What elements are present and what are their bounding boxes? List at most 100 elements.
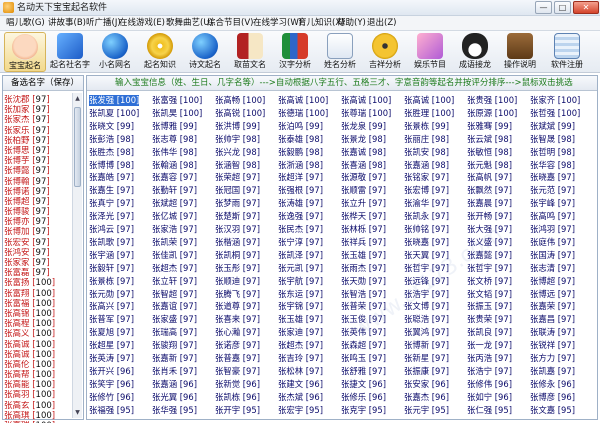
toolbar-name-analysis-button[interactable]: 姓名分析: [319, 32, 361, 72]
name-cell[interactable]: 张仁强 [95]: [467, 405, 512, 416]
name-cell[interactable]: 张宇峰 [97]: [530, 198, 575, 209]
name-cell[interactable]: 张凯嘉 [97]: [530, 366, 575, 377]
name-cell[interactable]: 张智晟 [98]: [530, 134, 575, 145]
name-cell[interactable]: 张博远 [97]: [530, 289, 575, 300]
name-cell[interactable]: 张高帆 [97]: [467, 172, 512, 183]
saved-name-item[interactable]: 张高琪 [100]: [4, 411, 72, 421]
name-cell[interactable]: 张博新 [97]: [404, 340, 449, 351]
name-cell[interactable]: 张博博 [98]: [89, 160, 134, 171]
name-cell[interactable]: 张嘉杰 [96]: [404, 392, 449, 403]
name-cell[interactable]: 张远锋 [97]: [404, 276, 449, 287]
name-cell[interactable]: 张博雅 [99]: [152, 121, 197, 132]
name-cell[interactable]: 张梦雨 [97]: [215, 198, 260, 209]
name-cell[interactable]: 张斌斌 [99]: [530, 121, 575, 132]
name-cell[interactable]: 张英伟 [97]: [341, 327, 386, 338]
name-cell[interactable]: 张高诚 [100]: [278, 95, 328, 106]
name-cell[interactable]: 张凯桐 [97]: [215, 250, 260, 261]
name-cell[interactable]: 张骏翔 [97]: [152, 340, 197, 351]
name-cell[interactable]: 张景栋 [99]: [404, 121, 449, 132]
name-cell[interactable]: 张晓嘉 [97]: [404, 237, 449, 248]
name-cell[interactable]: 张元凯 [97]: [278, 263, 323, 274]
name-cell[interactable]: 张联涛 [97]: [530, 327, 575, 338]
name-cell[interactable]: 张德瑞 [100]: [278, 108, 328, 119]
name-cell[interactable]: 张普军 [97]: [89, 314, 134, 325]
name-cell[interactable]: 张泰雄 [98]: [278, 134, 323, 145]
name-cell[interactable]: 张开宇 [95]: [215, 405, 260, 416]
name-cell[interactable]: 张高诚 [100]: [404, 95, 454, 106]
name-cell[interactable]: 张景龙 [98]: [341, 134, 386, 145]
name-cell[interactable]: 张宏宇 [95]: [278, 405, 323, 416]
name-cell[interactable]: 张丙浩 [97]: [467, 353, 512, 364]
name-cell[interactable]: 张宇涵 [97]: [89, 250, 134, 261]
name-cell[interactable]: 张嘉诚 [98]: [341, 147, 386, 158]
name-cell[interactable]: 张毅轩 [97]: [89, 263, 134, 274]
saved-name-item[interactable]: 张高能 [100]: [4, 380, 72, 390]
toolbar-company-naming-button[interactable]: 起名社名字: [49, 32, 91, 72]
name-cell[interactable]: 张飘然 [97]: [467, 185, 512, 196]
name-cell[interactable]: 张渝华 [97]: [404, 198, 449, 209]
saved-name-item[interactable]: 张高诚 [100]: [4, 340, 72, 350]
toolbar-register-button[interactable]: 软件注册: [546, 32, 588, 72]
name-cell[interactable]: 张晓嘉 [97]: [530, 172, 575, 183]
name-cell[interactable]: 张修伟 [96]: [467, 379, 512, 390]
name-cell[interactable]: 张嘉晨 [97]: [467, 198, 512, 209]
saved-name-item[interactable]: 张高锦 [100]: [4, 309, 72, 319]
toolbar-instructions-button[interactable]: 操作说明: [499, 32, 541, 72]
name-cell[interactable]: 张嘉谊 [97]: [152, 301, 197, 312]
name-cell[interactable]: 张腾飞 [97]: [215, 289, 260, 300]
name-cell[interactable]: 张高诚 [100]: [341, 95, 391, 106]
name-cell[interactable]: 张喜来 [97]: [215, 314, 260, 325]
name-cell[interactable]: 张玉彤 [97]: [215, 263, 260, 274]
name-cell[interactable]: 张泽光 [97]: [89, 211, 134, 222]
name-cell[interactable]: 张雨杰 [97]: [341, 263, 386, 274]
toolbar-english-name-button[interactable]: 取苗文名: [229, 32, 271, 72]
name-cell[interactable]: 张凯泽 [97]: [278, 250, 323, 261]
scroll-thumb[interactable]: [74, 107, 81, 187]
menu-stories[interactable]: 讲故事(B): [48, 17, 86, 30]
name-cell[interactable]: 张翰涵 [98]: [152, 160, 197, 171]
name-cell[interactable]: 张智浩 [97]: [341, 289, 386, 300]
name-cell[interactable]: 张嘉荣 [97]: [530, 301, 575, 312]
name-cell[interactable]: 张高锐 [100]: [215, 108, 265, 119]
saved-name-item[interactable]: 张博骏 [97]: [4, 207, 72, 217]
name-cell[interactable]: 张修乐 [96]: [341, 392, 386, 403]
saved-name-item[interactable]: 张富福 [100]: [4, 299, 72, 309]
toolbar-baby-naming-button[interactable]: 宝宝起名: [4, 32, 46, 72]
name-cell[interactable]: 张玉雄 [97]: [278, 314, 323, 325]
name-cell[interactable]: 张汉羽 [97]: [215, 224, 260, 235]
name-cell[interactable]: 张嘉生 [97]: [89, 185, 134, 196]
name-cell[interactable]: 张凯昊 [100]: [152, 108, 202, 119]
menu-radio[interactable]: 听广播(J): [86, 17, 121, 30]
name-cell[interactable]: 张修永 [96]: [530, 379, 575, 390]
name-cell[interactable]: 张冠国 [97]: [215, 185, 260, 196]
name-cell[interactable]: 张发强 [100]: [89, 95, 140, 106]
name-cell[interactable]: 张嘉涵 [98]: [404, 160, 449, 171]
toolbar-char-analysis-button[interactable]: 汉字分析: [274, 32, 316, 72]
name-cell[interactable]: 张家齐 [100]: [530, 95, 580, 106]
name-cell[interactable]: 张锐祥 [97]: [530, 340, 575, 351]
name-cell[interactable]: 张文博 [97]: [404, 301, 449, 312]
name-cell[interactable]: 张光翼 [96]: [152, 392, 197, 403]
saved-name-item[interactable]: 张富磊 [97]: [4, 268, 72, 278]
name-cell[interactable]: 张源敬 [97]: [341, 172, 386, 183]
name-cell[interactable]: 张涛雄 [97]: [278, 198, 323, 209]
name-cell[interactable]: 张玉俊 [97]: [341, 314, 386, 325]
name-cell[interactable]: 张玉雄 [97]: [341, 250, 386, 261]
minimize-button[interactable]: —: [535, 1, 552, 14]
name-cell[interactable]: 张智豪 [97]: [215, 366, 260, 377]
name-cell[interactable]: 张宁淳 [97]: [278, 237, 323, 248]
name-cell[interactable]: 张元范 [97]: [530, 185, 575, 196]
name-cell[interactable]: 张嘉懿 [97]: [467, 250, 512, 261]
name-cell[interactable]: 张吉玲 [97]: [278, 353, 323, 364]
name-cell[interactable]: 张立升 [97]: [341, 198, 386, 209]
name-cell[interactable]: 张雅骞 [99]: [467, 121, 512, 132]
name-cell[interactable]: 张贵荣 [97]: [467, 314, 512, 325]
name-cell[interactable]: 张凯良 [97]: [467, 327, 512, 338]
name-cell[interactable]: 张哲明 [98]: [530, 147, 575, 158]
name-cell[interactable]: 张志尊 [98]: [152, 134, 197, 145]
name-cell[interactable]: 张亿城 [97]: [152, 211, 197, 222]
name-cell[interactable]: 张嘉涵 [96]: [152, 379, 197, 390]
name-cell[interactable]: 张开兴 [96]: [89, 366, 134, 377]
name-cell[interactable]: 张振玉 [97]: [467, 301, 512, 312]
name-cell[interactable]: 张家浩 [97]: [152, 224, 197, 235]
